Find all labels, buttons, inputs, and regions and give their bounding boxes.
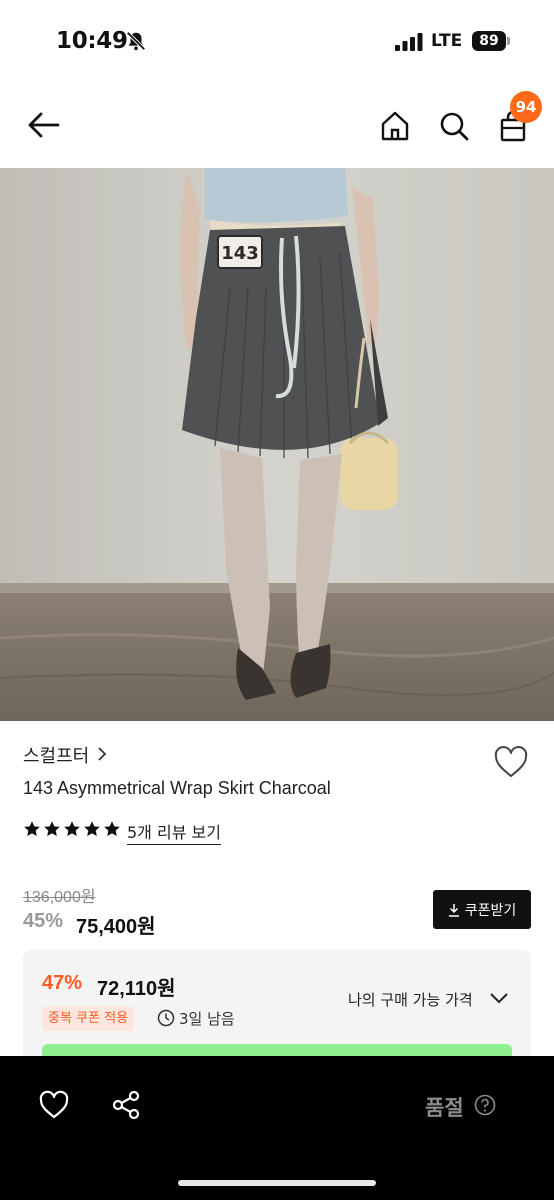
product-photo[interactable]: 143	[0, 168, 554, 721]
discount-rate: 45%	[23, 910, 64, 932]
chevron-right-icon[interactable]	[96, 745, 108, 763]
coupon-button-label: 쿠폰받기	[464, 902, 517, 919]
bell-slash-icon	[126, 31, 146, 51]
heart-icon[interactable]	[38, 1089, 70, 1121]
battery-tip	[507, 37, 510, 45]
sale-price: 75,400원	[76, 916, 156, 938]
heart-icon[interactable]	[493, 745, 529, 781]
status-bar: 10:49 LTE 89	[0, 0, 554, 82]
search-icon[interactable]	[436, 108, 472, 144]
sold-out-label: 품절	[425, 1096, 464, 1120]
brand-link[interactable]: 스컬프터	[23, 742, 89, 768]
home-icon[interactable]	[377, 108, 413, 144]
star-icon	[24, 821, 40, 837]
share-icon[interactable]	[110, 1089, 142, 1121]
status-time: 10:49	[56, 28, 128, 54]
rating-stars	[23, 820, 121, 838]
benefit-price: 72,110원	[97, 978, 176, 1000]
cart-count-badge: 94	[510, 91, 542, 123]
my-price-toggle[interactable]: 나의 구매 가능 가격	[348, 989, 473, 1010]
back-arrow-icon[interactable]	[26, 107, 62, 143]
star-icon	[84, 821, 100, 837]
network-label: LTE	[431, 31, 463, 51]
review-link[interactable]: 5개 리뷰 보기	[127, 819, 221, 845]
star-icon	[44, 821, 60, 837]
bottom-action-bar: 품절	[0, 1056, 554, 1200]
time-remaining: 3일 남음	[179, 1010, 235, 1028]
product-title: 143 Asymmetrical Wrap Skirt Charcoal	[23, 778, 331, 798]
chevron-down-icon[interactable]	[488, 990, 510, 1006]
clock-icon	[157, 1009, 175, 1027]
battery-indicator: 89	[472, 31, 506, 51]
svg-text:143: 143	[221, 243, 259, 264]
benefit-discount-rate: 47%	[42, 972, 83, 994]
question-circle-icon[interactable]	[474, 1094, 496, 1116]
coupon-stack-badge: 중복 쿠폰 적용	[42, 1006, 135, 1031]
best-price-panel: 47% 72,110원 중복 쿠폰 적용 3일 남음 나의 구매 가능 가격	[23, 950, 531, 1074]
home-indicator	[178, 1180, 376, 1186]
download-coupon-button[interactable]: 쿠폰받기	[433, 890, 531, 929]
original-price: 136,000원	[23, 889, 96, 906]
top-navigation	[0, 82, 554, 168]
star-icon	[64, 821, 80, 837]
star-icon	[104, 821, 120, 837]
cellular-signal-icon	[395, 33, 423, 51]
download-icon	[448, 903, 459, 917]
